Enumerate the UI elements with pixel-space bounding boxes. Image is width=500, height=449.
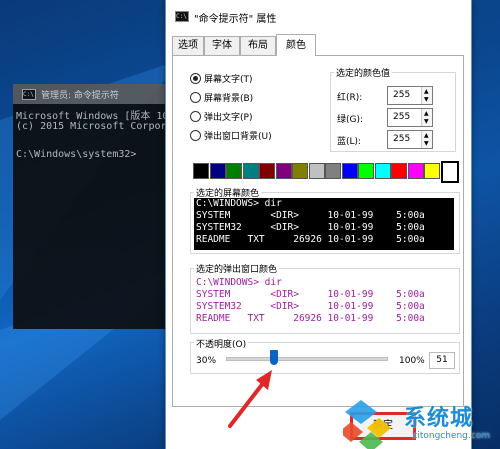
- radio-label: 屏幕背景(B): [204, 94, 254, 104]
- radio-popup-text[interactable]: 弹出文字(P): [190, 110, 252, 123]
- green-spinner-arrows[interactable]: ▲ ▼: [421, 109, 432, 126]
- watermark-url: xitongcheng.com: [412, 431, 490, 441]
- opacity-min-label: 30%: [196, 356, 217, 366]
- palette-swatch[interactable]: [325, 163, 341, 179]
- opacity-max-label: 100%: [399, 356, 425, 366]
- palette-swatch[interactable]: [193, 163, 209, 179]
- radio-label: 屏幕文字(T): [204, 75, 253, 85]
- palette-swatch[interactable]: [275, 163, 292, 179]
- radio-label: 弹出文字(P): [204, 113, 253, 123]
- green-value[interactable]: 255: [393, 112, 410, 122]
- spin-down-icon[interactable]: ▼: [424, 118, 429, 125]
- radio-screen-text[interactable]: 屏幕文字(T): [190, 72, 253, 85]
- palette-swatch[interactable]: [440, 161, 459, 183]
- color-palette: [193, 161, 459, 183]
- preview-line: SYSTEM32 <DIR> 10-01-99 5:00a: [196, 301, 425, 312]
- spin-up-icon[interactable]: ▲: [424, 88, 429, 95]
- screen-color-preview: C:\WINDOWS> dir SYSTEM <DIR> 10-01-99 5:…: [194, 198, 454, 250]
- opacity-legend: 不透明度(O): [194, 337, 249, 350]
- tab-font[interactable]: 字体: [204, 36, 240, 55]
- red-spinner-arrows[interactable]: ▲ ▼: [421, 87, 432, 104]
- tab-colors[interactable]: 颜色: [276, 34, 316, 56]
- green-row: 绿(G): 255 ▲ ▼: [337, 108, 447, 127]
- blue-spinner-arrows[interactable]: ▲ ▼: [421, 131, 432, 148]
- red-label: 红(R):: [337, 93, 363, 103]
- palette-swatch[interactable]: [341, 163, 358, 179]
- blue-row: 蓝(L): 255 ▲ ▼: [337, 130, 447, 149]
- radio-indicator[interactable]: [190, 111, 201, 122]
- green-spinner[interactable]: 255 ▲ ▼: [387, 108, 433, 127]
- annotation-arrow-icon: [228, 370, 272, 428]
- console-line: C:\Windows\system32>: [16, 149, 137, 160]
- palette-swatch[interactable]: [407, 163, 424, 179]
- palette-swatch[interactable]: [358, 163, 374, 179]
- console-titlebar[interactable]: C:\ 管理员: 命令提示符: [13, 84, 181, 104]
- console-window[interactable]: C:\ 管理员: 命令提示符 Microsoft Windows [版本 10 …: [13, 84, 181, 329]
- spin-down-icon[interactable]: ▼: [424, 140, 429, 147]
- palette-swatch[interactable]: [259, 163, 275, 179]
- radio-indicator[interactable]: [190, 130, 201, 141]
- blue-spinner[interactable]: 255 ▲ ▼: [387, 130, 433, 149]
- palette-swatch[interactable]: [308, 163, 325, 179]
- spin-up-icon[interactable]: ▲: [424, 132, 429, 139]
- radio-indicator[interactable]: [190, 92, 201, 103]
- radio-indicator[interactable]: [190, 73, 201, 84]
- dialog-titlebar[interactable]: C:\ "命令提示符" 属性: [166, 0, 471, 28]
- red-spinner[interactable]: 255 ▲ ▼: [387, 86, 433, 105]
- tab-options[interactable]: 选项: [172, 36, 204, 55]
- preview-line: README TXT 26926 10-01-99 5:00a: [196, 313, 425, 324]
- red-row: 红(R): 255 ▲ ▼: [337, 86, 447, 105]
- console-icon: C:\: [22, 89, 36, 100]
- blue-label: 蓝(L):: [337, 137, 362, 147]
- radio-popup-background[interactable]: 弹出窗口背景(U): [190, 129, 272, 142]
- spin-up-icon[interactable]: ▲: [424, 110, 429, 117]
- popup-color-preview: C:\WINDOWS> dir SYSTEM <DIR> 10-01-99 5:…: [194, 277, 454, 329]
- blue-value[interactable]: 255: [393, 134, 410, 144]
- console-line: Microsoft Windows [版本 10: [16, 111, 169, 122]
- palette-swatch[interactable]: [292, 163, 308, 179]
- palette-swatch[interactable]: [209, 163, 226, 179]
- palette-swatch[interactable]: [226, 163, 242, 179]
- preview-line: README TXT 26926 10-01-99 5:00a: [196, 234, 425, 245]
- palette-swatch[interactable]: [424, 163, 440, 179]
- opacity-slider-track[interactable]: [226, 357, 388, 361]
- selected-color-values-legend: 选定的颜色值: [334, 66, 393, 79]
- palette-swatch[interactable]: [391, 163, 407, 179]
- palette-swatch[interactable]: [242, 163, 259, 179]
- opacity-slider-thumb[interactable]: [270, 350, 278, 365]
- console-line: (c) 2015 Microsoft Corpora: [16, 121, 173, 132]
- red-value[interactable]: 255: [393, 90, 410, 100]
- tab-layout[interactable]: 布局: [240, 36, 276, 55]
- preview-line: C:\WINDOWS> dir: [196, 198, 282, 209]
- palette-swatch[interactable]: [374, 163, 391, 179]
- radio-label: 弹出窗口背景(U): [204, 132, 272, 142]
- dialog-title: "命令提示符" 属性: [194, 14, 277, 25]
- spin-down-icon[interactable]: ▼: [424, 96, 429, 103]
- opacity-value-box[interactable]: 51: [429, 352, 455, 369]
- popup-color-legend: 选定的弹出窗口颜色: [194, 262, 280, 275]
- preview-line: SYSTEM <DIR> 10-01-99 5:00a: [196, 210, 425, 221]
- preview-line: SYSTEM32 <DIR> 10-01-99 5:00a: [196, 222, 425, 233]
- console-title: 管理员: 命令提示符: [41, 91, 119, 101]
- green-label: 绿(G):: [337, 115, 364, 125]
- preview-line: C:\WINDOWS> dir: [196, 277, 282, 288]
- watermark-text: 系统城: [404, 406, 474, 431]
- console-icon: C:\: [175, 11, 189, 22]
- preview-line: SYSTEM <DIR> 10-01-99 5:00a: [196, 289, 425, 300]
- radio-screen-background[interactable]: 屏幕背景(B): [190, 91, 253, 104]
